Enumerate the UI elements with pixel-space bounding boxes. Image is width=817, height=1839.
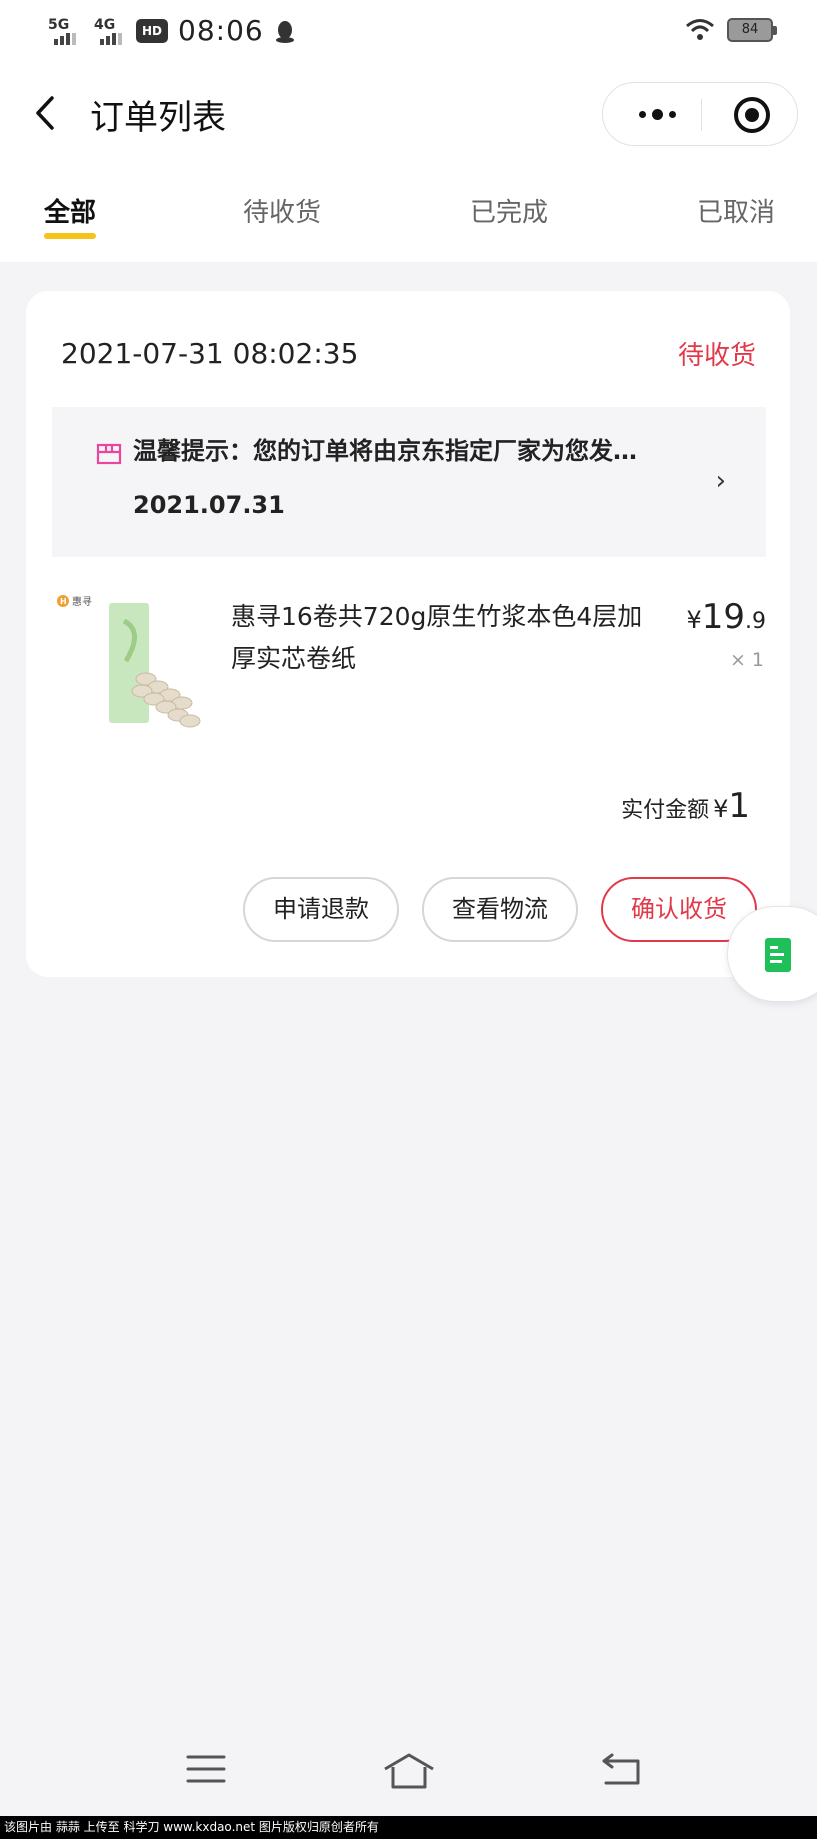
battery-icon: 84 [727, 18, 777, 42]
paid-currency: ¥ [713, 795, 729, 823]
capsule-divider [701, 99, 702, 131]
signal-4g-label: 4G [94, 16, 116, 33]
apply-refund-button[interactable]: 申请退款 [243, 877, 399, 942]
menu-icon[interactable] [184, 1751, 228, 1787]
paid-amount: 实付金额 ¥1 [621, 786, 750, 826]
active-tab-indicator [44, 233, 96, 239]
page-title: 订单列表 [90, 98, 226, 138]
price-integer: 19 [701, 597, 745, 637]
product-price: ¥19.9 [686, 597, 766, 637]
order-status-badge: 待收货 [677, 341, 756, 371]
status-bar-left: 5G 4G HD 08:06 [44, 14, 296, 47]
product-title[interactable]: 惠寻16卷共720g原生竹浆本色4层加厚实芯卷纸 [231, 596, 661, 680]
qq-penguin-icon [275, 20, 294, 43]
more-dot-icon [668, 110, 676, 118]
product-quantity: × 1 [729, 649, 764, 671]
home-icon[interactable] [381, 1751, 437, 1791]
tab-cancelled[interactable]: 已取消 [697, 192, 775, 229]
hd-voice-icon: HD [136, 18, 168, 43]
wifi-icon [686, 19, 714, 40]
more-dot-icon [651, 108, 663, 120]
signal-5g-icon: 5G [44, 17, 80, 45]
order-datetime: 2021-07-31 08:02:35 [61, 337, 359, 370]
more-menu-button[interactable] [621, 83, 693, 145]
svg-text:H: H [60, 597, 67, 606]
tab-all[interactable]: 全部 [44, 192, 96, 229]
status-bar-right: 84 [685, 18, 777, 42]
order-tabs: 全部 待收货 已完成 已取消 [0, 162, 817, 262]
order-list-page: 5G 4G HD 08:06 84 订单列表 全部 待收货 已完成 已取消 20… [0, 0, 817, 1839]
shipping-notice[interactable]: 温馨提示：您的订单将由京东指定厂家为您发… 2021.07.31 › [52, 407, 766, 557]
product-brand-label: 惠寻 [72, 595, 92, 608]
back-nav-icon[interactable] [598, 1751, 644, 1787]
document-icon [765, 938, 791, 972]
signal-5g-label: 5G [48, 16, 70, 33]
floating-document-button[interactable] [727, 906, 817, 1002]
view-logistics-button[interactable]: 查看物流 [422, 877, 578, 942]
tab-pending-receipt[interactable]: 待收货 [243, 192, 321, 229]
signal-bars [100, 32, 122, 45]
paid-amount-label: 实付金额 [621, 798, 710, 823]
product-image[interactable]: H 惠寻 [54, 591, 204, 739]
package-icon [96, 443, 122, 465]
system-navigation-bar [0, 1745, 817, 1805]
price-decimal: .9 [745, 609, 766, 634]
tab-completed[interactable]: 已完成 [470, 192, 548, 229]
navigation-bar: 订单列表 [0, 62, 817, 162]
close-miniprogram-icon[interactable] [733, 96, 771, 134]
signal-4g-icon: 4G [90, 17, 126, 45]
price-currency: ¥ [686, 606, 702, 634]
notice-text: 温馨提示：您的订单将由京东指定厂家为您发… [133, 437, 637, 465]
chevron-right-icon: › [715, 466, 726, 496]
more-dot-icon [638, 110, 646, 118]
status-bar: 5G 4G HD 08:06 84 [0, 0, 817, 62]
watermark-banner: 该图片由 蒜蒜 上传至 科学刀 www.kxdao.net 图片版权归原创者所有 [0, 1816, 817, 1839]
notice-date: 2021.07.31 [133, 491, 285, 519]
signal-bars [54, 32, 76, 45]
back-arrow-icon[interactable] [26, 88, 66, 138]
miniprogram-capsule [602, 82, 798, 146]
paid-amount-value: 1 [728, 786, 750, 826]
clock: 08:06 [178, 14, 264, 47]
order-card: 2021-07-31 08:02:35 待收货 温馨提示：您的订单将由京东指定厂… [26, 291, 790, 977]
